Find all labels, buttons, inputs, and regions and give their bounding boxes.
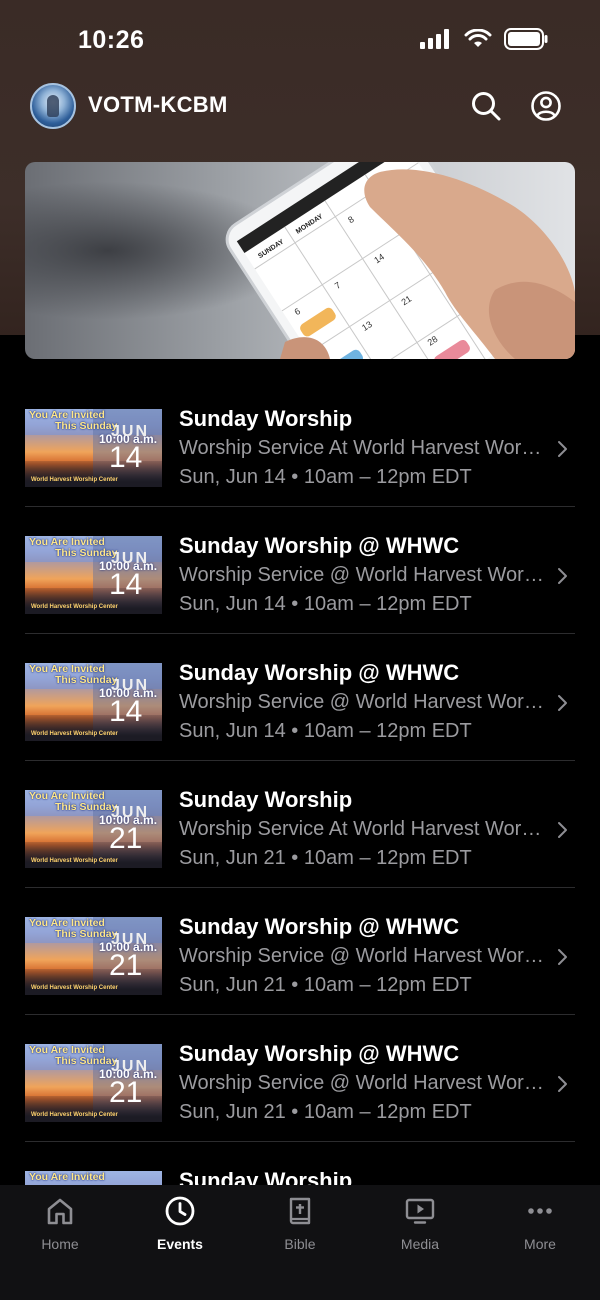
tab-bar: Home Events Bible Media More <box>0 1185 600 1300</box>
thumb-month: JUN <box>111 1058 150 1075</box>
bible-icon <box>289 1197 311 1225</box>
thumb-invite-text: You Are Invited <box>29 1171 105 1183</box>
event-datetime: Sun, Jun 14 • 10am – 12pm EDT <box>179 720 472 742</box>
event-title: Sunday Worship @ WHWC <box>179 914 460 939</box>
thumb-day: 21 <box>109 822 143 855</box>
thumb-footer: World Harvest Worship Center <box>31 604 118 610</box>
thumb-day: 21 <box>109 1076 143 1109</box>
event-title: Sunday Worship <box>179 787 353 812</box>
event-row[interactable]: You Are Invited This Sunday 10:00 a.m. J… <box>0 380 600 507</box>
app-header: VOTM-KCBM <box>0 80 600 136</box>
events-list: You Are Invited This Sunday 10:00 a.m. J… <box>0 380 600 1185</box>
thumb-day: 21 <box>109 949 143 982</box>
event-row[interactable]: You Are Invited This Sunday 10:00 a.m. J… <box>0 888 600 1015</box>
event-title: Sunday Worship <box>179 1168 353 1185</box>
thumb-footer: World Harvest Worship Center <box>31 985 118 991</box>
tab-bible[interactable]: Bible <box>240 1195 360 1265</box>
event-row[interactable]: You Are Invited This Sunday 10:00 a.m. J… <box>0 507 600 634</box>
chevron-right-icon <box>558 695 567 711</box>
more-icon <box>528 1208 552 1214</box>
event-description: Worship Service @ World Harvest Worship … <box>179 691 551 713</box>
status-bar: 10:26 <box>0 0 600 80</box>
chevron-right-icon <box>558 568 567 584</box>
church-logo[interactable] <box>30 83 76 129</box>
event-title: Sunday Worship @ WHWC <box>179 660 460 685</box>
thumb-month: JUN <box>111 423 150 440</box>
event-datetime: Sun, Jun 21 • 10am – 12pm EDT <box>179 847 472 869</box>
event-thumbnail: You Are Invited This Sunday 10:00 a.m. J… <box>25 1044 162 1122</box>
account-button[interactable] <box>530 90 562 122</box>
app-title: VOTM-KCBM <box>88 92 228 117</box>
thumb-month: JUN <box>111 550 150 567</box>
event-description: Worship Service At World Harvest Worship… <box>179 818 551 840</box>
event-description: Worship Service @ World Harvest Worship … <box>179 564 551 586</box>
thumb-footer: World Harvest Worship Center <box>31 477 118 483</box>
event-thumbnail: You Are Invited This Sunday 10:00 a.m. J… <box>25 663 162 741</box>
wifi-icon <box>464 29 492 47</box>
event-thumbnail: You Are Invited This Sunday 10:00 a.m. J… <box>25 536 162 614</box>
event-row[interactable]: You Are Invited This Sunday 10:00 a.m. J… <box>0 761 600 888</box>
thumb-day: 14 <box>109 568 143 601</box>
battery-icon <box>504 28 548 50</box>
search-icon <box>472 92 501 121</box>
thumb-invite-text: This Sunday <box>55 801 118 813</box>
account-icon <box>531 91 561 121</box>
home-icon <box>47 1198 73 1225</box>
event-thumbnail: You Are Invited <box>25 1171 162 1185</box>
tab-label: Bible <box>284 1236 316 1252</box>
tab-events[interactable]: Events <box>120 1195 240 1265</box>
event-title: Sunday Worship @ WHWC <box>179 533 460 558</box>
event-thumbnail: You Are Invited This Sunday 10:00 a.m. J… <box>25 790 162 868</box>
chevron-right-icon <box>558 949 567 965</box>
tab-media[interactable]: Media <box>360 1195 480 1265</box>
event-thumbnail: You Are Invited This Sunday 10:00 a.m. J… <box>25 917 162 995</box>
chevron-right-icon <box>558 1076 567 1092</box>
event-datetime: Sun, Jun 21 • 10am – 12pm EDT <box>179 974 472 996</box>
chevron-right-icon <box>558 441 567 457</box>
event-row[interactable]: You Are Invited Sunday Worship <box>0 1142 600 1185</box>
status-icons <box>420 28 548 50</box>
tab-more[interactable]: More <box>480 1195 600 1265</box>
event-row[interactable]: You Are Invited This Sunday 10:00 a.m. J… <box>0 634 600 761</box>
calendar-phone-illustration: SUNDAY MONDAY 8 7 6 15 14 13 22 21 20 29… <box>25 162 575 359</box>
tab-label: Events <box>157 1236 203 1252</box>
chevron-right-icon <box>558 822 567 838</box>
tab-label: Media <box>400 1236 440 1252</box>
event-title: Sunday Worship @ WHWC <box>179 1041 460 1066</box>
events-banner-image: SUNDAY MONDAY 8 7 6 15 14 13 22 21 20 29… <box>25 162 575 359</box>
thumb-month: JUN <box>111 931 150 948</box>
event-title: Sunday Worship <box>179 406 353 431</box>
thumb-month: JUN <box>111 677 150 694</box>
event-thumbnail: You Are Invited This Sunday 10:00 a.m. J… <box>25 409 162 487</box>
search-button[interactable] <box>470 90 502 122</box>
event-description: Worship Service @ World Harvest Worship … <box>179 1072 551 1094</box>
thumb-invite-text: This Sunday <box>55 674 118 686</box>
tab-label: More <box>524 1236 556 1252</box>
status-time: 10:26 <box>78 26 145 54</box>
thumb-footer: World Harvest Worship Center <box>31 858 118 864</box>
event-description: Worship Service At World Harvest Worship… <box>179 437 551 459</box>
thumb-day: 14 <box>109 441 143 474</box>
thumb-day: 14 <box>109 695 143 728</box>
thumb-month: JUN <box>111 804 150 821</box>
media-icon <box>405 1198 435 1224</box>
event-datetime: Sun, Jun 14 • 10am – 12pm EDT <box>179 593 472 615</box>
cellular-signal-icon <box>420 29 449 49</box>
tab-home[interactable]: Home <box>0 1195 120 1265</box>
thumb-invite-text: This Sunday <box>55 928 118 940</box>
event-description: Worship Service @ World Harvest Worship … <box>179 945 551 967</box>
event-datetime: Sun, Jun 21 • 10am – 12pm EDT <box>179 1101 472 1123</box>
clock-icon <box>165 1196 195 1226</box>
thumb-invite-text: This Sunday <box>55 420 118 432</box>
thumb-invite-text: This Sunday <box>55 1055 118 1067</box>
thumb-footer: World Harvest Worship Center <box>31 731 118 737</box>
event-row[interactable]: You Are Invited This Sunday 10:00 a.m. J… <box>0 1015 600 1142</box>
thumb-footer: World Harvest Worship Center <box>31 1112 118 1118</box>
thumb-invite-text: This Sunday <box>55 547 118 559</box>
tab-label: Home <box>41 1236 79 1252</box>
event-datetime: Sun, Jun 14 • 10am – 12pm EDT <box>179 466 472 488</box>
